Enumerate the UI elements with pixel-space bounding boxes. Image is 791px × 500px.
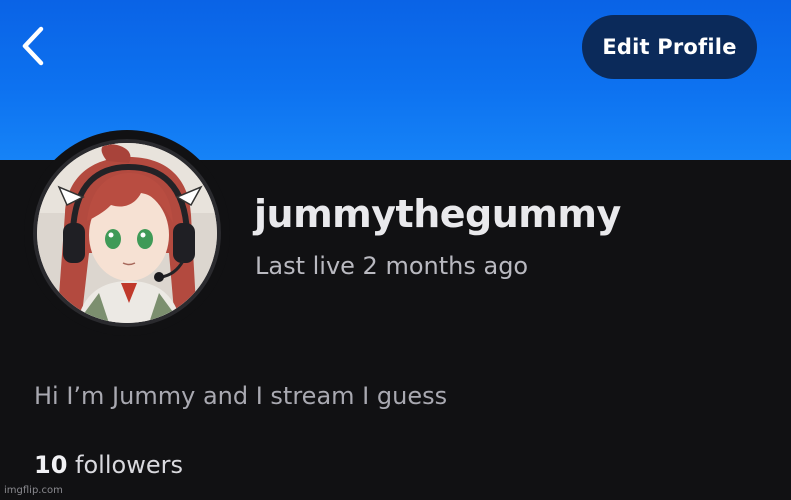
username: jummythegummy xyxy=(254,192,621,236)
followers-number: 10 xyxy=(34,451,68,479)
profile-page: Edit Profile jummythegummy Last live 2 m… xyxy=(0,0,791,500)
avatar[interactable] xyxy=(24,130,230,336)
avatar-image xyxy=(33,139,221,327)
chevron-left-icon xyxy=(22,26,44,66)
profile-bio: Hi I’m Jummy and I stream I guess xyxy=(34,382,448,410)
watermark: imgflip.com xyxy=(4,485,63,496)
avatar-illustration xyxy=(37,143,217,323)
followers-label: followers xyxy=(75,451,183,479)
followers-count[interactable]: 10 followers xyxy=(34,448,183,482)
edit-profile-button[interactable]: Edit Profile xyxy=(582,15,757,79)
back-button[interactable] xyxy=(14,24,54,68)
last-live-status: Last live 2 months ago xyxy=(255,252,529,280)
